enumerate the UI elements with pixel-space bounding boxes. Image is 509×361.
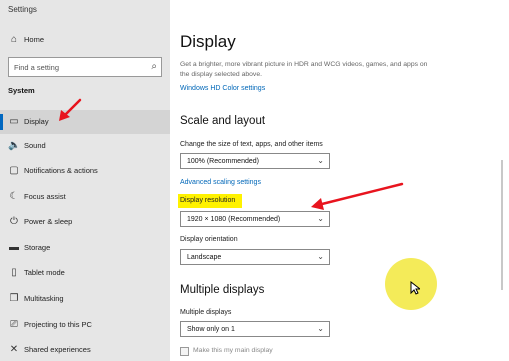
annotation-arrow-resolution [311, 182, 404, 210]
settings-window: Settings — ☐ ✕ ⌂ Home Find a setting ⌕ S… [0, 0, 509, 361]
mouse-cursor-icon [410, 281, 420, 295]
